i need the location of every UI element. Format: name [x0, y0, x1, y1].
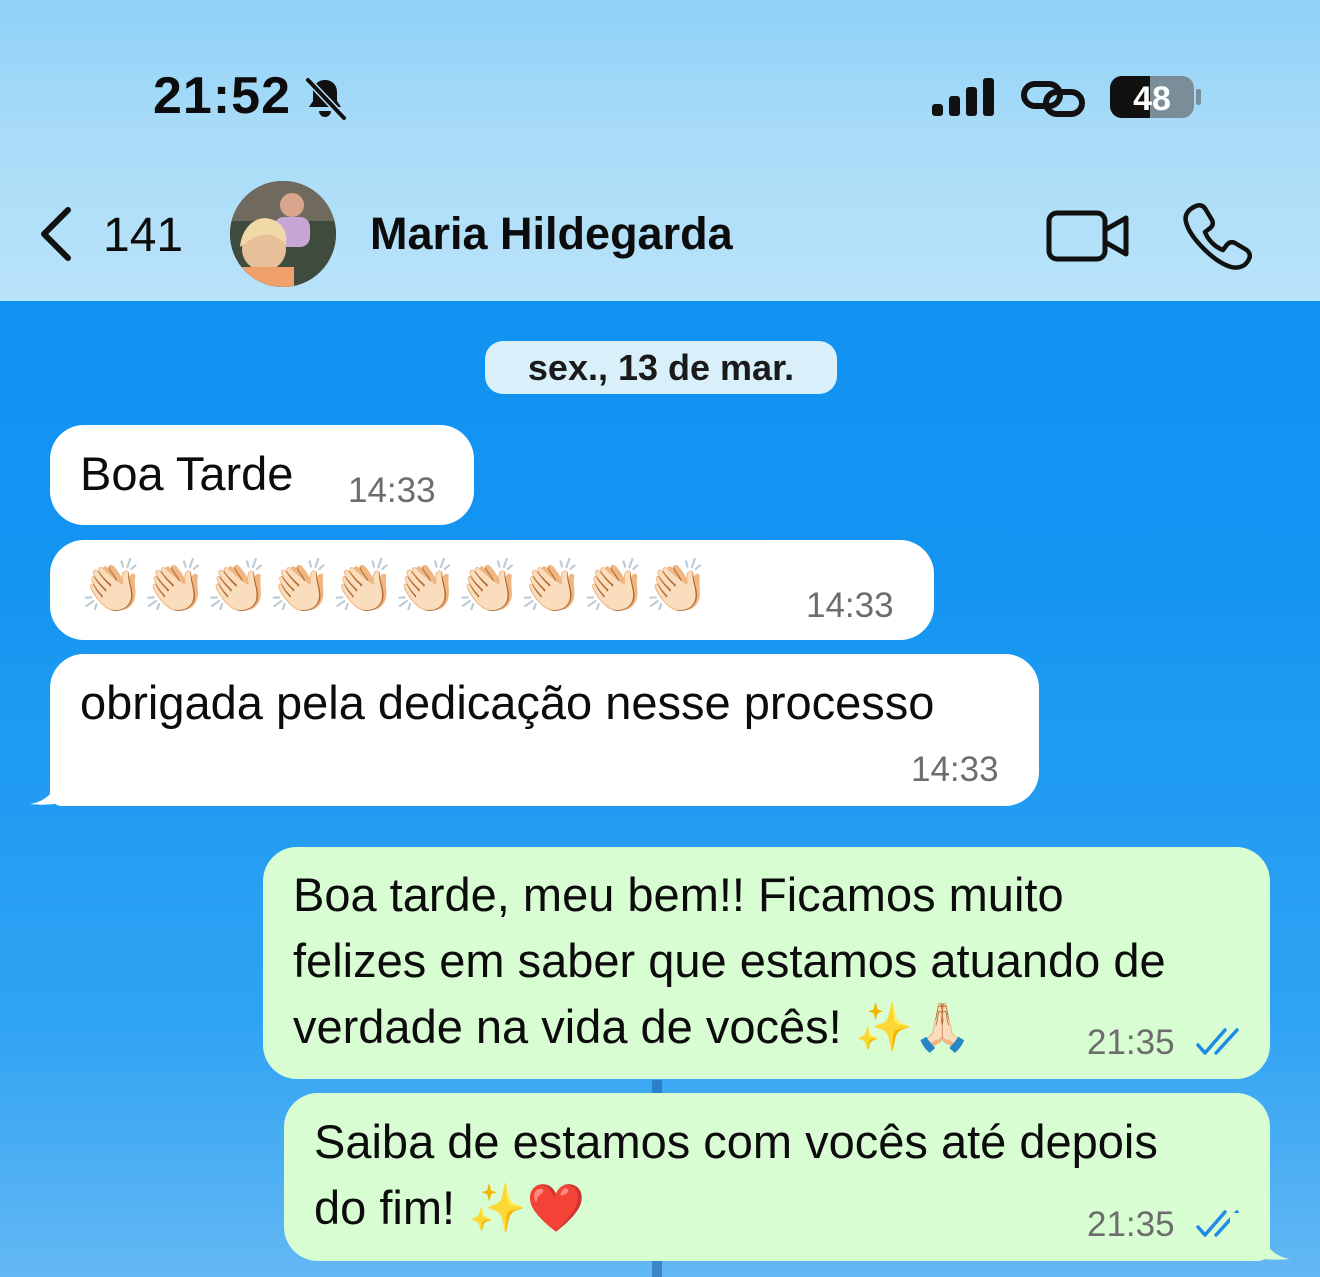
back-chevron-icon[interactable]: [36, 204, 76, 264]
contact-avatar[interactable]: [230, 181, 336, 287]
message-time: 21:35: [1087, 1205, 1175, 1244]
contact-name[interactable]: Maria Hildegarda: [370, 208, 733, 260]
message-time: 14:33: [806, 586, 894, 625]
chat-screen: 21:52 48 141 Maria Hildegarda sex., 13 d…: [0, 0, 1320, 1277]
bubble-tail: [30, 760, 90, 805]
message-bubble-incoming[interactable]: Boa Tarde 14:33: [50, 425, 474, 525]
status-time: 21:52: [153, 67, 291, 125]
message-time: 14:33: [911, 750, 999, 789]
phone-icon[interactable]: [1182, 200, 1252, 270]
message-text-line: felizes em saber que estamos atuando de: [293, 934, 1166, 987]
message-bubble-outgoing[interactable]: Boa tarde, meu bem!! Ficamos muito feliz…: [263, 847, 1270, 1079]
message-text: obrigada pela dedicação nesse processo: [80, 676, 935, 729]
unread-count[interactable]: 141: [103, 208, 183, 263]
double-check-icon: [1196, 1028, 1239, 1055]
message-bubble-incoming[interactable]: obrigada pela dedicação nesse processo 1…: [50, 654, 1039, 806]
video-call-icon[interactable]: [1046, 208, 1130, 264]
link-icon: [1021, 81, 1085, 117]
date-separator: sex., 13 de mar.: [485, 341, 837, 394]
message-time: 21:35: [1087, 1023, 1175, 1062]
message-bubble-outgoing[interactable]: Saiba de estamos com vocês até depois do…: [284, 1093, 1270, 1261]
signal-bars-icon: [932, 78, 994, 116]
message-text-line: verdade na vida de vocês! ✨🙏🏻: [293, 1000, 972, 1053]
bell-muted-icon: [305, 77, 347, 121]
message-text-line: Boa tarde, meu bem!! Ficamos muito: [293, 868, 1064, 921]
message-text-line: do fim! ✨❤️: [314, 1181, 586, 1234]
message-bubble-incoming[interactable]: 👏🏻👏🏻👏🏻👏🏻👏🏻👏🏻👏🏻👏🏻👏🏻👏🏻 14:33: [50, 540, 934, 640]
bubble-tail: [1230, 1213, 1290, 1260]
message-time: 14:33: [348, 471, 436, 510]
battery-level: 48: [1133, 80, 1171, 118]
message-text: 👏🏻👏🏻👏🏻👏🏻👏🏻👏🏻👏🏻👏🏻👏🏻👏🏻: [80, 558, 709, 616]
message-text: Boa Tarde: [80, 447, 294, 500]
message-text-line: Saiba de estamos com vocês até depois: [314, 1115, 1158, 1168]
chat-header: 21:52 48 141 Maria Hildegarda: [0, 0, 1320, 301]
battery-icon: 48: [1110, 76, 1201, 118]
